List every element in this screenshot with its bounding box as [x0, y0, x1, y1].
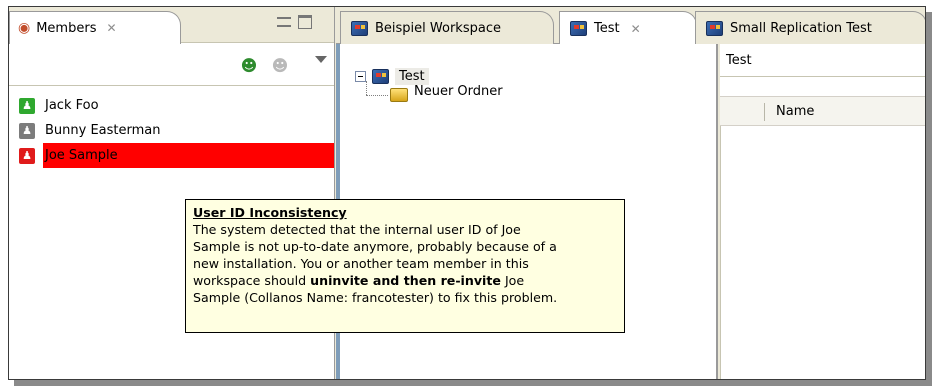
workspace-icon: [706, 20, 723, 36]
collapse-icon[interactable]: [355, 70, 366, 82]
member-row-selected[interactable]: ♟ Joe Sample: [9, 143, 334, 168]
tooltip-title: User ID Inconsistency: [193, 205, 347, 220]
window-shadow-right: [926, 12, 932, 386]
close-icon[interactable]: ✕: [106, 21, 116, 35]
member-name: Joe Sample: [43, 143, 334, 168]
tab-label: Small Replication Test: [730, 20, 872, 36]
user-online-icon: ♟: [19, 97, 35, 114]
user-warning-icon: ♟: [19, 147, 35, 164]
minimize-icon[interactable]: [277, 17, 291, 27]
tab-members-label: Members: [36, 20, 97, 36]
tab-beispiel-workspace[interactable]: Beispiel Workspace: [340, 11, 554, 44]
user-offline-icon: ♟: [19, 122, 35, 139]
tab-label: Beispiel Workspace: [375, 20, 501, 36]
view-menu-icon[interactable]: [315, 56, 327, 63]
close-icon[interactable]: ✕: [631, 22, 641, 36]
tooltip-text: Joe: [500, 273, 525, 288]
tooltip-line: The system detected that the internal us…: [193, 222, 521, 237]
tree-node-label: Test: [395, 67, 429, 85]
member-row[interactable]: ♟ Bunny Easterman: [9, 118, 334, 143]
tree-connector: [366, 81, 367, 95]
tab-members[interactable]: ◉ Members ✕: [9, 11, 181, 44]
tooltip-emphasis: uninvite and then re-invite: [310, 273, 501, 288]
workspace-icon: [570, 21, 587, 36]
tooltip-line: new installation. You or another team me…: [193, 256, 529, 271]
table-header: Name: [720, 96, 925, 126]
tooltip-text: workspace should: [193, 273, 311, 288]
maximize-icon[interactable]: [298, 15, 312, 29]
tab-label: Test: [594, 21, 620, 36]
user-id-inconsistency-tooltip: User ID Inconsistency The system detecte…: [185, 199, 625, 333]
tree-connector: [366, 95, 388, 96]
tab-test[interactable]: Test ✕: [559, 11, 697, 45]
tooltip-line: Sample (Collanos Name: francotester) to …: [193, 290, 558, 305]
column-header-name[interactable]: Name: [776, 104, 814, 119]
window-shadow-bottom: [14, 380, 932, 386]
folder-icon: [390, 88, 408, 102]
tooltip-line: workspace should uninvite and then re-in…: [193, 272, 617, 289]
column-separator: [764, 103, 765, 121]
details-title: Test: [720, 44, 925, 77]
member-name: Jack Foo: [45, 98, 99, 113]
members-icon: ◉: [18, 20, 31, 36]
tree-node-folder[interactable]: Neuer Ordner: [414, 84, 503, 99]
tab-small-replication-test[interactable]: Small Replication Test: [695, 11, 925, 44]
members-toolbar: ☻ ☻: [9, 44, 334, 86]
workspace-icon: [351, 20, 368, 36]
application-window: ◉ Members ✕ ☻ ☻ ♟ Jack Foo ♟ Bunny Easte…: [8, 6, 926, 380]
members-view-tabbar: ◉ Members ✕: [9, 7, 334, 44]
member-name: Bunny Easterman: [45, 123, 161, 138]
members-list: ♟ Jack Foo ♟ Bunny Easterman ♟ Joe Sampl…: [9, 93, 334, 168]
member-row[interactable]: ♟ Jack Foo: [9, 93, 334, 118]
panel-divider: [720, 126, 721, 379]
add-member-icon[interactable]: ☻: [238, 56, 260, 76]
tooltip-line: Sample is not up-to-date anymore, probab…: [193, 239, 557, 254]
workspace-icon: [372, 68, 389, 84]
remove-member-icon[interactable]: ☻: [269, 56, 291, 76]
details-panel: Test Name: [720, 44, 925, 379]
